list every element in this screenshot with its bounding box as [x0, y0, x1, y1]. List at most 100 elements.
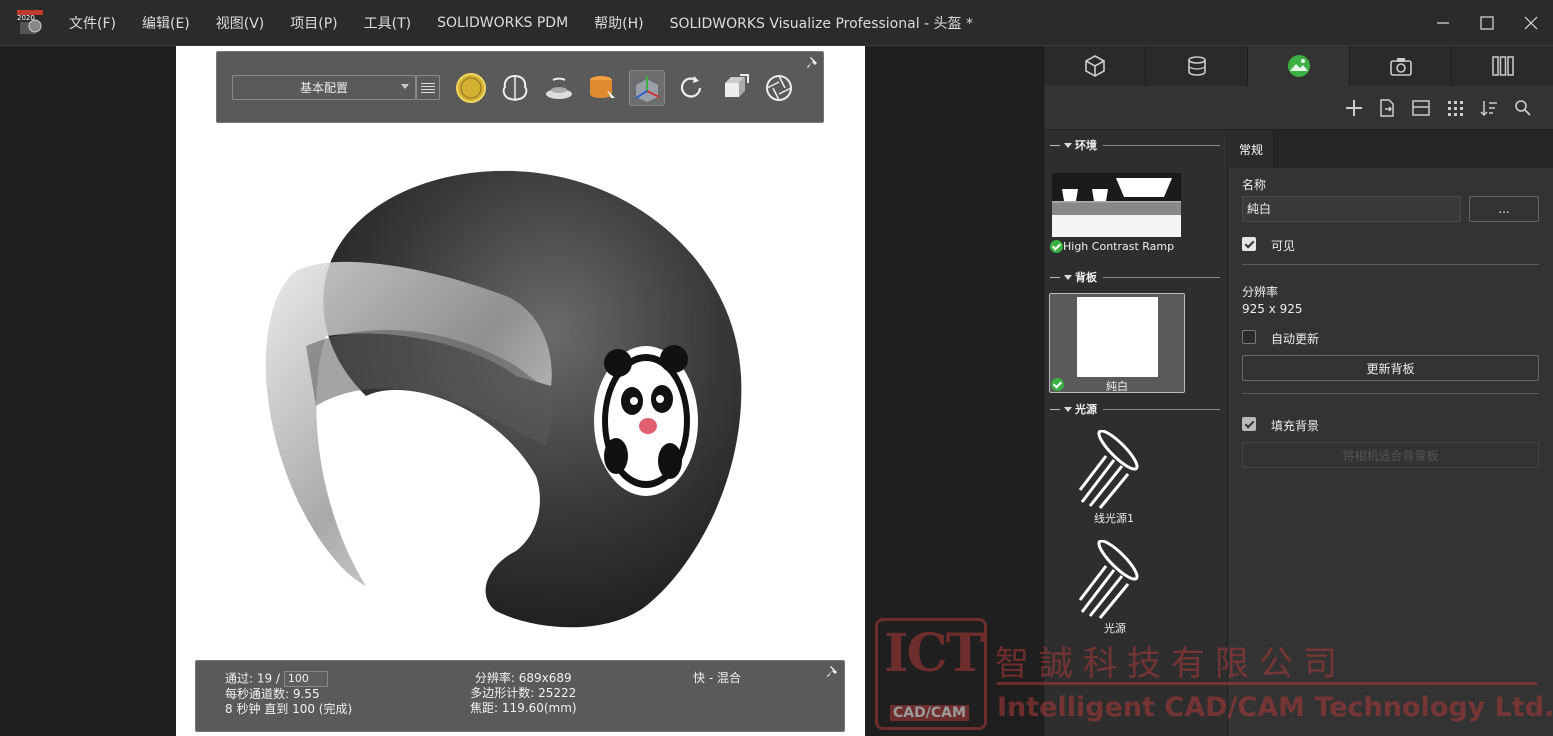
search-button[interactable]: [1513, 98, 1533, 118]
company-watermark: ICT CAD/CAM 智誠科技有限公司 Intelligent CAD/CAM…: [875, 618, 1553, 730]
document-export-icon: [1380, 99, 1394, 117]
refresh-button[interactable]: [673, 70, 709, 106]
turntable-button[interactable]: [541, 70, 577, 106]
collapse-icon: [1064, 406, 1072, 412]
palette-actions: [1044, 86, 1553, 130]
pin-icon[interactable]: [826, 665, 840, 679]
menu-project[interactable]: 项目(P): [290, 13, 337, 33]
palette-tabs: [1044, 46, 1553, 86]
active-check-icon: [1051, 378, 1064, 391]
tab-scenes[interactable]: [1248, 46, 1350, 86]
cylinder-cursor-icon: [590, 76, 615, 102]
material-sphere-button[interactable]: [453, 70, 489, 106]
menu-view[interactable]: 视图(V): [216, 13, 265, 33]
name-label: 名称: [1242, 178, 1267, 192]
split-view-icon: [1412, 100, 1430, 116]
backplate-item-label: 純白: [1106, 380, 1128, 393]
close-button[interactable]: [1509, 0, 1553, 46]
plus-icon: [1346, 100, 1362, 116]
lights-section-header[interactable]: 光源: [1050, 402, 1220, 416]
auto-update-label: 自动更新: [1271, 332, 1320, 346]
light-item-1[interactable]: 线光源1: [1074, 429, 1158, 525]
tab-libraries[interactable]: [1452, 46, 1553, 86]
collapse-icon: [1064, 142, 1072, 148]
export-button[interactable]: [1377, 98, 1397, 118]
ai-denoiser-button[interactable]: [497, 70, 533, 106]
tab-models[interactable]: [1044, 46, 1146, 86]
pin-icon[interactable]: [806, 56, 820, 70]
backplate-section-header[interactable]: 背板: [1050, 270, 1220, 284]
tab-general[interactable]: 常规: [1229, 130, 1274, 168]
grid-dots-icon: [1448, 101, 1463, 116]
fill-background-label: 填充背景: [1271, 419, 1320, 433]
window-controls: [1421, 0, 1553, 46]
passes-per-second: 每秒通道数: 9.55: [225, 687, 320, 701]
watermark-english-name: Intelligent CAD/CAM Technology Ltd.: [997, 692, 1553, 723]
name-input[interactable]: 純白: [1242, 196, 1461, 222]
passes-target-input[interactable]: 100: [283, 671, 328, 687]
panda-sticker: [594, 345, 698, 496]
material-sphere-icon: [456, 73, 486, 103]
chevron-down-icon: [401, 84, 409, 89]
scene-landscape-icon: [1287, 55, 1310, 77]
backplate-item[interactable]: 純白: [1049, 293, 1185, 393]
minimize-icon: [1437, 22, 1449, 24]
render-mode: 快 - 混合: [693, 671, 741, 685]
render-canvas[interactable]: [176, 46, 865, 736]
cylinder-icon: [1187, 56, 1206, 76]
visible-label: 可见: [1271, 239, 1296, 253]
render-status-panel: 通过: 19 / 100 每秒通道数: 9.55 8 秒钟 直到 100 (完成…: [195, 660, 845, 732]
aperture-icon: [766, 75, 792, 101]
polygon-count: 多边形计数: 25222: [470, 686, 577, 700]
select-model-button[interactable]: [629, 70, 665, 106]
light-1-label: 线光源1: [1094, 512, 1134, 525]
collapse-icon: [1064, 274, 1072, 280]
configuration-list-button[interactable]: [416, 75, 440, 100]
fit-camera-to-backplate-button[interactable]: 将相机适合背景板: [1242, 442, 1539, 468]
app-logo-icon[interactable]: 2020: [17, 9, 43, 36]
refresh-icon: [680, 76, 702, 98]
scale-model-button[interactable]: [717, 70, 753, 106]
scale-cube-icon: [725, 74, 749, 97]
environment-section-header[interactable]: 环境: [1050, 138, 1220, 152]
close-icon: [1524, 16, 1538, 30]
backplate-preview: [1077, 297, 1158, 377]
resolution-label: 分辨率: [1242, 285, 1279, 299]
browse-button[interactable]: ...: [1469, 196, 1539, 222]
add-button[interactable]: [1344, 98, 1364, 118]
update-backplate-button[interactable]: 更新背板: [1242, 355, 1539, 381]
visible-checkbox[interactable]: [1242, 237, 1256, 251]
helmet-render: [265, 170, 742, 628]
tab-cameras[interactable]: [1350, 46, 1452, 86]
configuration-select[interactable]: 基本配置: [232, 75, 416, 100]
watermark-chinese-name: 智誠科技有限公司: [995, 644, 1347, 684]
menu-tools[interactable]: 工具(T): [364, 13, 411, 33]
menu-help[interactable]: 帮助(H): [594, 13, 643, 33]
lights-header-label: 光源: [1075, 403, 1097, 416]
split-view-button[interactable]: [1411, 98, 1431, 118]
camera-icon: [1389, 58, 1412, 76]
environment-preview: [1052, 173, 1181, 237]
title-bar: 2020 文件(F) 编辑(E) 视图(V) 项目(P) 工具(T) SOLID…: [0, 0, 1553, 46]
select-part-button[interactable]: [585, 70, 621, 106]
sort-button[interactable]: [1479, 98, 1499, 118]
configuration-select-value: 基本配置: [299, 81, 348, 95]
fill-background-checkbox[interactable]: [1242, 417, 1256, 431]
tab-appearances[interactable]: [1146, 46, 1248, 86]
environment-thumbnail[interactable]: [1052, 173, 1181, 237]
area-light-icon: [1078, 429, 1139, 509]
menu-pdm[interactable]: SOLIDWORKS PDM: [437, 15, 568, 31]
backplate-header-label: 背板: [1075, 271, 1097, 284]
auto-update-checkbox[interactable]: [1242, 330, 1256, 344]
minimize-button[interactable]: [1421, 0, 1465, 46]
render-toolbar: 基本配置: [216, 51, 824, 123]
menu-edit[interactable]: 编辑(E): [142, 13, 190, 33]
passes-label: 通过: 19 /: [225, 671, 280, 686]
menu-bar: 文件(F) 编辑(E) 视图(V) 项目(P) 工具(T) SOLIDWORKS…: [69, 13, 670, 33]
camera-aperture-button[interactable]: [761, 70, 797, 106]
maximize-icon: [1480, 16, 1494, 30]
grid-view-button[interactable]: [1445, 98, 1465, 118]
maximize-button[interactable]: [1465, 0, 1509, 46]
menu-file[interactable]: 文件(F): [69, 13, 116, 33]
active-check-icon: [1050, 240, 1063, 253]
